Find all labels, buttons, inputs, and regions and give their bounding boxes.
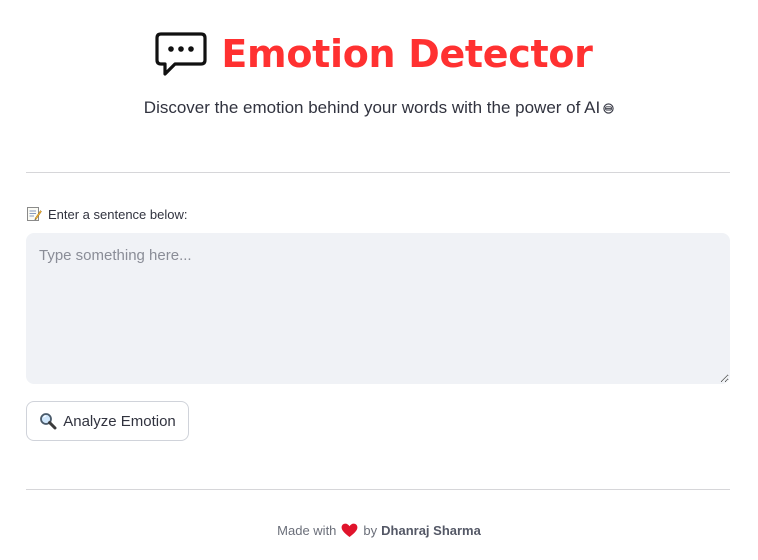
footer: Made with by Dhanraj Sharma bbox=[0, 523, 758, 538]
page-subtitle: Discover the emotion behind your words w… bbox=[0, 98, 758, 118]
subtitle-text: Discover the emotion behind your words w… bbox=[143, 98, 601, 117]
footer-author: Dhanraj Sharma bbox=[381, 523, 481, 538]
analyze-emotion-label: Analyze Emotion bbox=[63, 412, 176, 430]
bottom-divider bbox=[26, 489, 730, 490]
input-label: Enter a sentence below: bbox=[26, 206, 187, 222]
sentence-input-container bbox=[26, 233, 730, 384]
footer-by: by bbox=[363, 523, 378, 538]
robot-face-icon bbox=[603, 99, 614, 114]
magnifier-icon bbox=[39, 412, 57, 430]
heart-icon bbox=[341, 523, 358, 538]
input-label-text: Enter a sentence below: bbox=[48, 206, 188, 222]
speech-bubble-icon bbox=[155, 30, 207, 78]
memo-icon bbox=[26, 206, 42, 222]
sentence-input[interactable] bbox=[26, 233, 730, 384]
analyze-emotion-button[interactable]: Analyze Emotion bbox=[26, 401, 189, 441]
footer-prefix: Made with bbox=[277, 523, 337, 538]
page-title: Emotion Detector bbox=[221, 32, 593, 76]
app-header: Emotion Detector bbox=[0, 26, 758, 82]
top-divider bbox=[26, 172, 730, 173]
